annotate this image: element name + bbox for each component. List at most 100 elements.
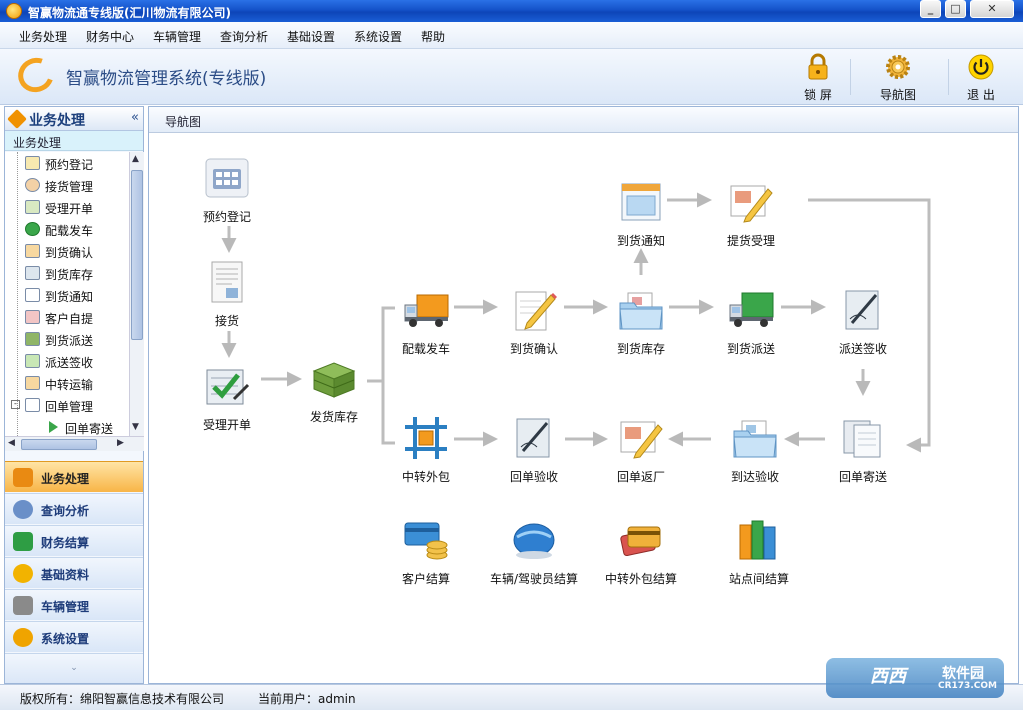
cards-icon bbox=[620, 526, 661, 557]
business-icon bbox=[13, 468, 33, 487]
title-bar: 智赢物流通专线版(汇川物流有限公司) _ □ ✕ bbox=[0, 0, 1023, 22]
scroll-thumb[interactable] bbox=[21, 439, 97, 450]
window-icon bbox=[621, 183, 661, 221]
menu-item-help[interactable]: 帮助 bbox=[421, 28, 445, 45]
form-icon bbox=[25, 200, 40, 214]
exit-label: 退 出 bbox=[967, 88, 995, 102]
tree-item-huidan-guanli[interactable]: - 回单管理 bbox=[5, 394, 129, 416]
business-icon bbox=[7, 109, 27, 129]
play-icon bbox=[49, 421, 58, 433]
node-peizai-fache[interactable]: 配载发车 bbox=[371, 289, 481, 357]
tree-item-paisong-qianshou[interactable]: 派送签收 bbox=[5, 350, 129, 372]
scroll-left-icon[interactable]: ◀ bbox=[8, 438, 15, 448]
document-icon bbox=[211, 261, 243, 303]
node-yuyue-dengji[interactable]: 预约登记 bbox=[172, 157, 282, 225]
node-daoda-yanshou[interactable]: 到达验收 bbox=[700, 417, 810, 485]
menu-item-query[interactable]: 查询分析 bbox=[220, 28, 268, 45]
lock-screen-button[interactable]: 锁 屏 bbox=[788, 53, 848, 103]
sign-document-icon bbox=[845, 290, 879, 330]
truck-icon bbox=[729, 292, 774, 327]
node-huidan-fanchang[interactable]: 回单返厂 bbox=[586, 417, 696, 485]
navigation-map-button[interactable]: 导航图 bbox=[868, 53, 928, 103]
folder-icon bbox=[733, 420, 777, 458]
scroll-down-icon[interactable]: ▼ bbox=[132, 422, 139, 432]
main-panel: 导航图 预约登记 接货 受理开单 发货库存 配载发车 到货确认 到货库存 到货通… bbox=[148, 106, 1019, 684]
tree-item-daohuo-paisong[interactable]: 到货派送 bbox=[5, 328, 129, 350]
nav-query-button[interactable]: 查询分析 bbox=[5, 493, 143, 524]
scroll-right-icon[interactable]: ▶ bbox=[117, 438, 124, 448]
magnifier-icon bbox=[13, 500, 33, 519]
scroll-up-icon[interactable]: ▲ bbox=[132, 154, 139, 164]
node-zhandian-jiesuan[interactable]: 站点间结算 bbox=[704, 519, 814, 587]
folder-icon bbox=[619, 292, 663, 330]
tree-item-zhongzhuan[interactable]: 中转运输 bbox=[5, 372, 129, 394]
collapse-toggle-icon[interactable]: - bbox=[11, 400, 20, 409]
tree-item-shouli[interactable]: 受理开单 bbox=[5, 196, 129, 218]
nav-basic-data-button[interactable]: 基础资料 bbox=[5, 557, 143, 588]
tree-item-huidan-jisong[interactable]: 回单寄送 bbox=[5, 416, 129, 436]
tree-item-peizai[interactable]: 配载发车 bbox=[5, 218, 129, 240]
app-icon bbox=[6, 3, 22, 19]
tree-item-daohuo-tongzhi[interactable]: 到货通知 bbox=[5, 284, 129, 306]
document-icon bbox=[25, 398, 40, 412]
tree-item-daohuo-queren[interactable]: 到货确认 bbox=[5, 240, 129, 262]
sign-document-icon bbox=[516, 418, 550, 458]
menu-item-system[interactable]: 系统设置 bbox=[354, 28, 402, 45]
lightbulb-icon bbox=[13, 564, 33, 583]
menu-bar: 业务处理 财务中心 车辆管理 查询分析 基础设置 系统设置 帮助 bbox=[0, 22, 1023, 49]
node-daohuo-queren[interactable]: 到货确认 bbox=[479, 289, 589, 357]
tree-item-yuyue[interactable]: 预约登记 bbox=[5, 152, 129, 174]
node-huidan-yanshou[interactable]: 回单验收 bbox=[479, 417, 589, 485]
nav-system-button[interactable]: 系统设置 bbox=[5, 621, 143, 652]
node-daohuo-kucun[interactable]: 到货库存 bbox=[586, 289, 696, 357]
business-tree: 预约登记 接货管理 受理开单 配载发车 到货确认 到货库存 到货通知 客户自提 … bbox=[5, 152, 129, 436]
copyright-text: 版权所有：绵阳智赢信息技术有限公司 bbox=[20, 692, 225, 706]
menu-item-business[interactable]: 业务处理 bbox=[19, 28, 67, 45]
card-coins-icon bbox=[404, 522, 448, 560]
node-jiehuo[interactable]: 接货 bbox=[172, 261, 282, 329]
tree-item-jiehuo[interactable]: 接货管理 bbox=[5, 174, 129, 196]
tree-vertical-scrollbar[interactable]: ▲ ▼ bbox=[129, 152, 144, 436]
tree-item-kehu-ziti[interactable]: 客户自提 bbox=[5, 306, 129, 328]
nav-business-button[interactable]: 业务处理 bbox=[5, 461, 143, 492]
arrow-right-icon bbox=[25, 354, 40, 368]
scroll-thumb[interactable] bbox=[131, 170, 143, 340]
exit-button[interactable]: 退 出 bbox=[951, 53, 1011, 103]
lock-screen-label: 锁 屏 bbox=[804, 88, 832, 102]
menu-item-finance[interactable]: 财务中心 bbox=[86, 28, 134, 45]
node-zhongzhuan-jiesuan[interactable]: 中转外包结算 bbox=[586, 519, 696, 587]
nav-vehicle-button[interactable]: 车辆管理 bbox=[5, 589, 143, 620]
tab-navigation-map[interactable]: 导航图 bbox=[149, 107, 1018, 133]
left-panel-header: 业务处理 « bbox=[5, 107, 143, 131]
maximize-button[interactable]: □ bbox=[945, 0, 966, 18]
node-tihuo-shouli[interactable]: 提货受理 bbox=[696, 181, 806, 249]
collapse-icon[interactable]: « bbox=[131, 110, 139, 125]
node-paisong-qianshou[interactable]: 派送签收 bbox=[808, 289, 918, 357]
nav-finance-button[interactable]: 财务结算 bbox=[5, 525, 143, 556]
node-shouli-kaidan[interactable]: 受理开单 bbox=[172, 365, 282, 433]
node-zhongzhuan-waibao[interactable]: 中转外包 bbox=[371, 417, 481, 485]
checklist-icon bbox=[206, 369, 250, 405]
node-huidan-jisong[interactable]: 回单寄送 bbox=[808, 417, 918, 485]
calendar-icon bbox=[25, 310, 40, 324]
node-fahuo-kucun[interactable]: 发货库存 bbox=[279, 357, 389, 425]
menu-item-basic[interactable]: 基础设置 bbox=[287, 28, 335, 45]
nav-more-icon[interactable]: ⌄ bbox=[5, 653, 143, 683]
node-cheliang-jiesuan[interactable]: 车辆/驾驶员结算 bbox=[479, 519, 589, 587]
tree-item-daohuo-kucun[interactable]: 到货库存 bbox=[5, 262, 129, 284]
node-daohuo-tongzhi[interactable]: 到货通知 bbox=[586, 181, 696, 249]
menu-item-vehicle[interactable]: 车辆管理 bbox=[153, 28, 201, 45]
minimize-button[interactable]: _ bbox=[920, 0, 941, 18]
tab-label: 导航图 bbox=[165, 115, 202, 129]
workflow-canvas: 预约登记 接货 受理开单 发货库存 配载发车 到货确认 到货库存 到货通知 提货… bbox=[149, 133, 1018, 683]
logo-icon bbox=[12, 51, 60, 99]
node-daohuo-paisong[interactable]: 到货派送 bbox=[696, 289, 806, 357]
register-icon bbox=[25, 156, 40, 170]
close-button[interactable]: ✕ bbox=[970, 0, 1014, 18]
calendar-icon bbox=[205, 158, 249, 198]
documents-icon bbox=[843, 420, 881, 458]
edit-picture-icon bbox=[730, 185, 773, 223]
node-kehu-jiesuan[interactable]: 客户结算 bbox=[371, 519, 481, 587]
logo-text: 智赢物流管理系统(专线版) bbox=[66, 69, 267, 89]
tree-horizontal-scrollbar[interactable]: ◀ ▶ bbox=[5, 436, 144, 451]
